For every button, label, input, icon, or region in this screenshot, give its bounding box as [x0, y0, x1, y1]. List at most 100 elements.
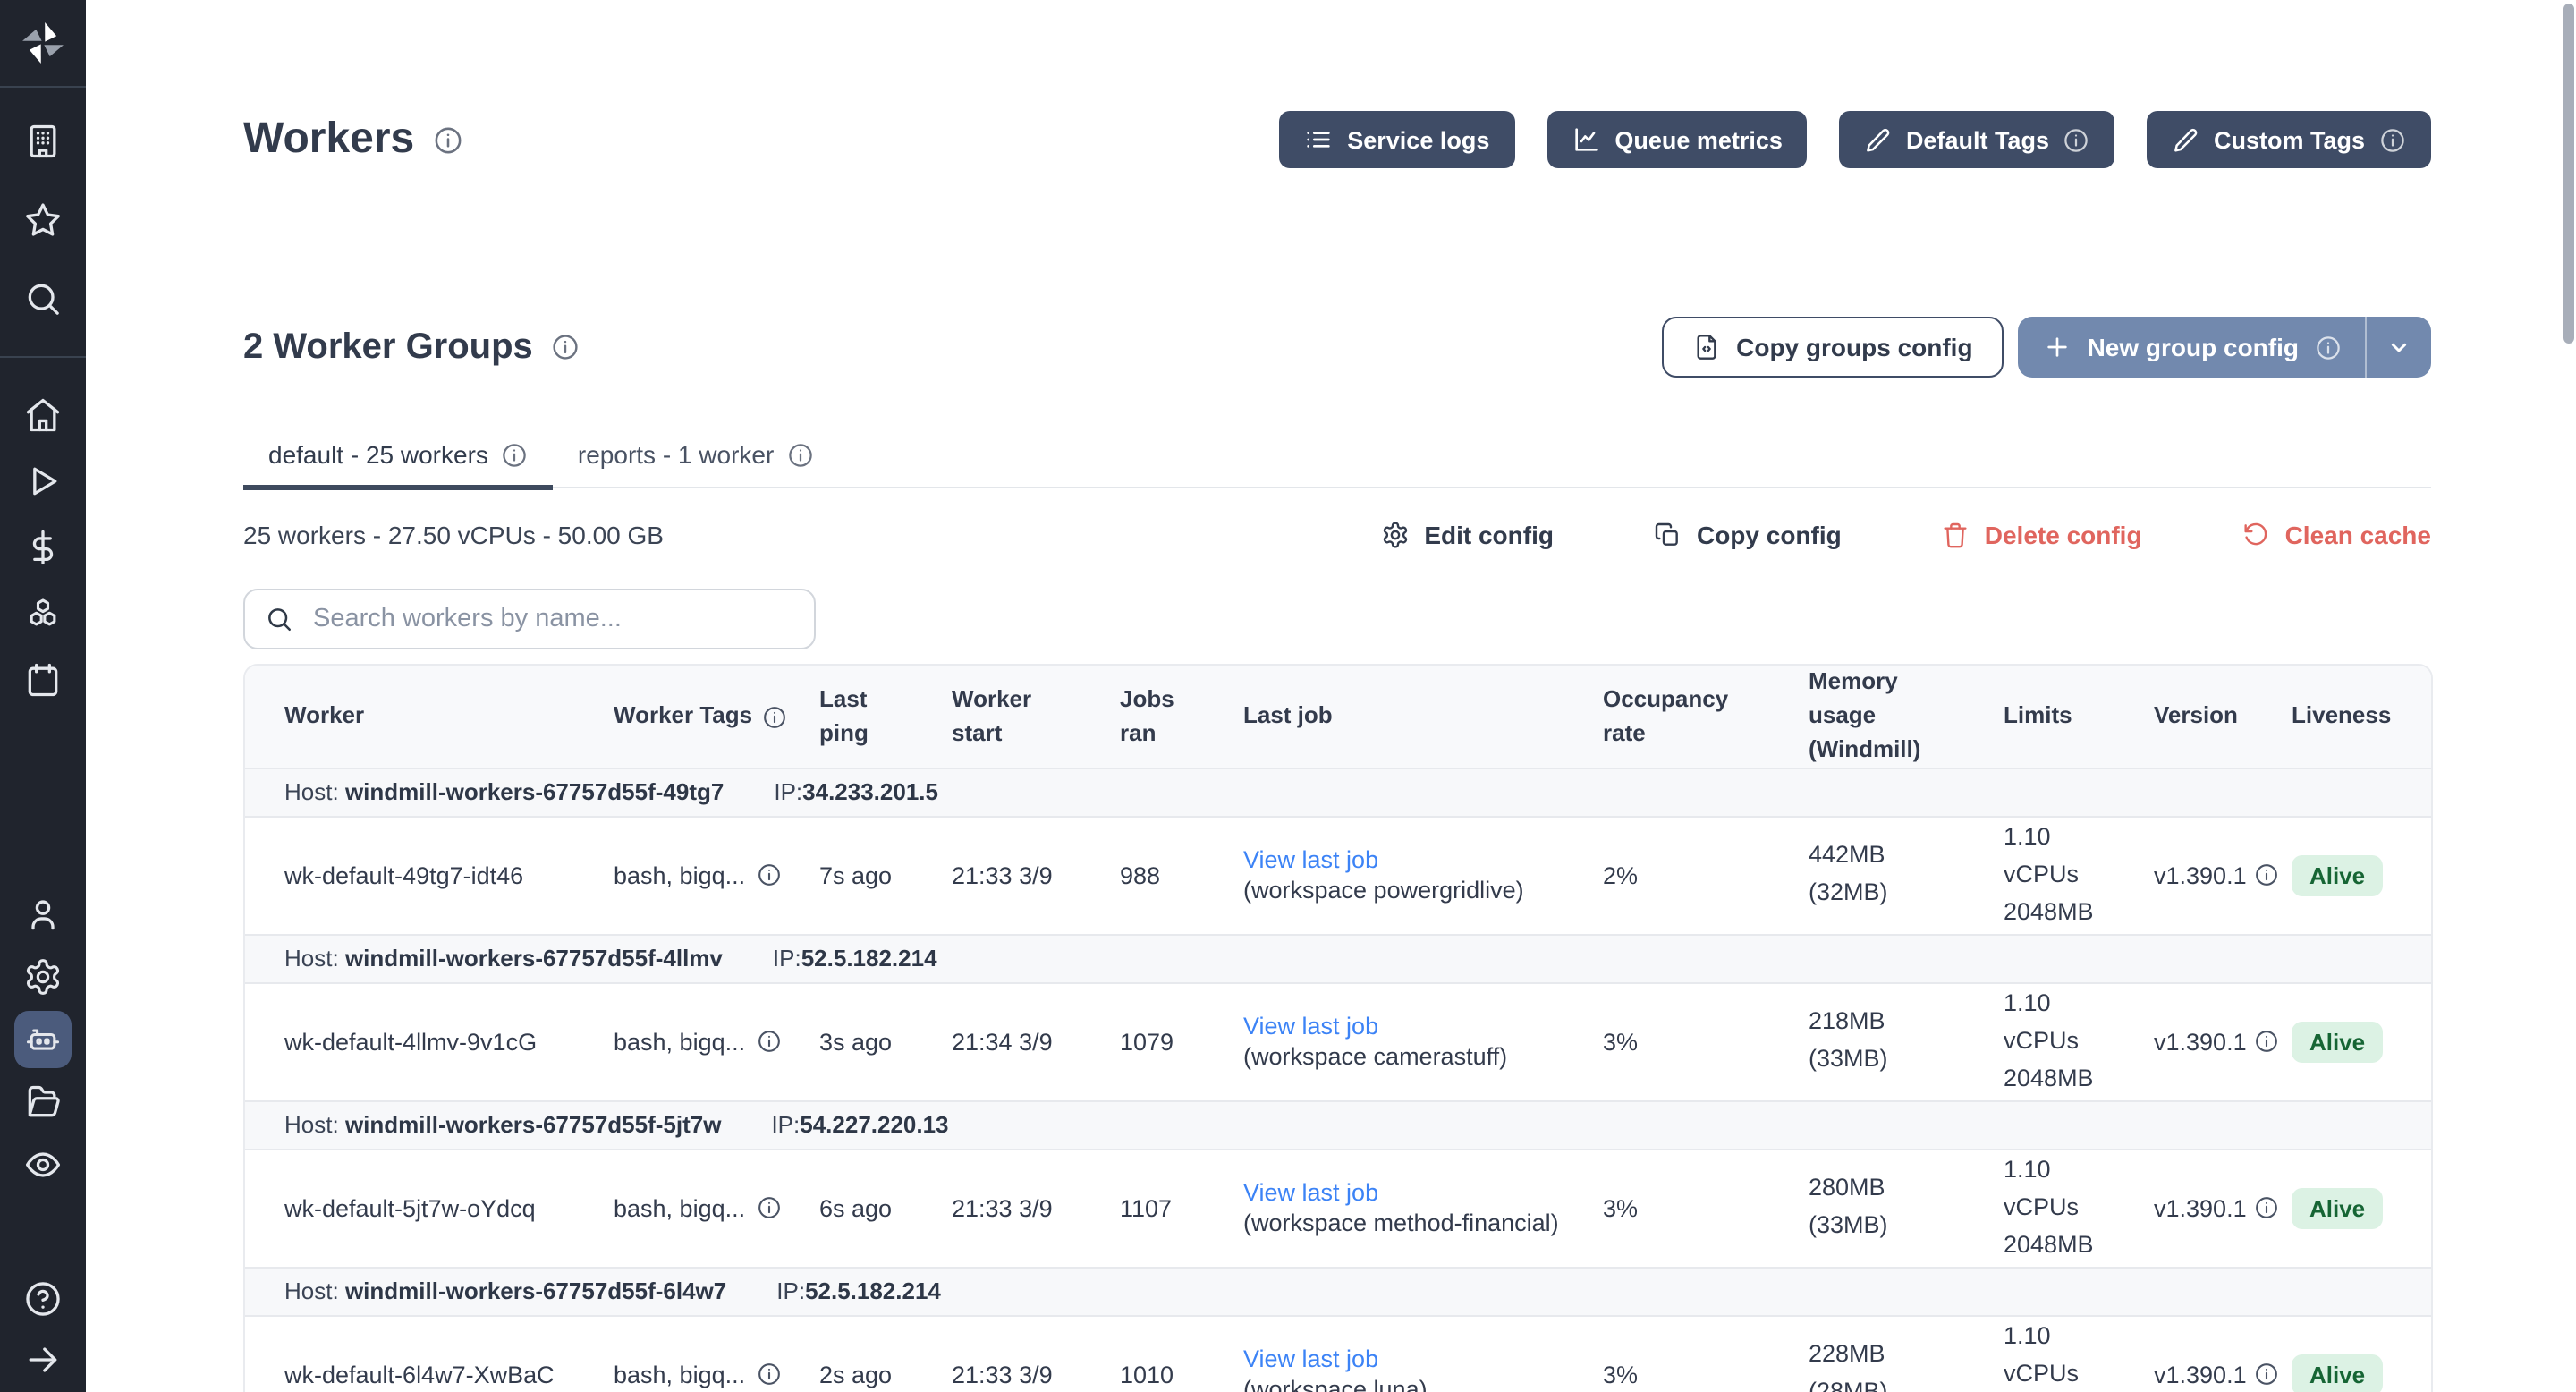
info-icon[interactable]: [786, 442, 813, 469]
info-icon[interactable]: [756, 863, 781, 888]
last-job: View last job (workspace method-financial…: [1222, 1150, 1581, 1268]
info-icon[interactable]: [2254, 1362, 2279, 1388]
worker-start: 21:33 3/9: [930, 1150, 1098, 1268]
column-header: Worker Tags: [592, 666, 798, 768]
info-icon[interactable]: [761, 705, 786, 730]
search-icon: [23, 279, 63, 318]
sidebar-item-home[interactable]: [14, 386, 72, 444]
default-tags-button[interactable]: Default Tags: [1840, 111, 2115, 168]
trash-icon: [1942, 522, 1970, 550]
list-icon: [1304, 125, 1333, 154]
info-icon[interactable]: [501, 442, 528, 469]
info-icon[interactable]: [2063, 126, 2090, 153]
folder-open-icon: [23, 1082, 63, 1122]
last-job: View last job (workspace camerastuff): [1222, 983, 1581, 1101]
sidebar-item-workspace[interactable]: [14, 113, 72, 170]
vertical-scrollbar[interactable]: [2563, 4, 2574, 344]
copy-config-button[interactable]: Copy config: [1654, 522, 1842, 550]
sidebar-item-users[interactable]: [14, 886, 72, 943]
worker-row: wk-default-49tg7-idt46bash, bigq...7s ag…: [245, 817, 2433, 935]
info-icon[interactable]: [756, 1362, 781, 1388]
liveness-badge: Alive: [2292, 1354, 2383, 1392]
jobs-ran: 1079: [1098, 983, 1222, 1101]
worker-start: 21:33 3/9: [930, 1316, 1098, 1392]
edit-config-button[interactable]: Edit config: [1381, 522, 1554, 550]
host-row: Host: windmill-workers-67757d55f-49tg7 IP…: [245, 768, 2433, 817]
last-job-workspace: (workspace method-financial): [1243, 1210, 1571, 1237]
sidebar-item-resources[interactable]: [14, 585, 72, 642]
host-ip: IP:34.233.201.5: [774, 779, 938, 806]
tab-default[interactable]: default - 25 workers: [243, 427, 553, 491]
info-icon[interactable]: [2254, 1196, 2279, 1221]
button-label: Queue metrics: [1614, 126, 1783, 153]
view-last-job-link[interactable]: View last job: [1243, 1180, 1378, 1207]
column-header: Worker: [245, 666, 592, 768]
sidebar-item-workers[interactable]: [14, 1011, 72, 1068]
sidebar-item-settings[interactable]: [14, 948, 72, 1006]
worker-row: wk-default-6l4w7-XwBaCbash, bigq...2s ag…: [245, 1316, 2433, 1392]
sidebar-collapse-toggle[interactable]: [14, 1331, 72, 1388]
column-header: Last job: [1222, 666, 1581, 768]
last-ping: 6s ago: [798, 1150, 930, 1268]
queue-metrics-button[interactable]: Queue metrics: [1546, 111, 1808, 168]
info-icon[interactable]: [2379, 126, 2406, 153]
memory-usage: 218MB(33MB): [1787, 983, 1982, 1101]
sidebar-item-runs[interactable]: [14, 453, 72, 510]
sidebar-item-variables[interactable]: [14, 519, 72, 576]
info-icon[interactable]: [432, 124, 462, 155]
worker-group-tabs: default - 25 workers reports - 1 worker: [243, 427, 2431, 489]
search-input[interactable]: [309, 604, 794, 636]
version: v1.390.1: [2132, 817, 2270, 935]
limits: 1.10 vCPUs2048MB: [1982, 1150, 2132, 1268]
sidebar-item-search[interactable]: [14, 270, 72, 327]
clean-cache-button[interactable]: Clean cache: [2242, 522, 2431, 550]
search-icon: [265, 606, 293, 634]
host-name: windmill-workers-67757d55f-6l4w7: [345, 1278, 726, 1305]
liveness-badge: Alive: [2292, 855, 2383, 896]
sidebar-item-folders[interactable]: [14, 1074, 72, 1131]
view-last-job-link[interactable]: View last job: [1243, 1346, 1378, 1373]
copy-groups-config-button[interactable]: Copy groups config: [1661, 318, 2003, 378]
column-header: Worker start: [930, 666, 1098, 768]
version: v1.390.1: [2132, 1316, 2270, 1392]
view-last-job-link[interactable]: View last job: [1243, 1014, 1378, 1040]
info-icon[interactable]: [756, 1196, 781, 1221]
worker-row: wk-default-4llmv-9v1cGbash, bigq...3s ag…: [245, 983, 2433, 1101]
config-actions: Edit config Copy config Delete config Cl…: [1381, 522, 2431, 550]
view-last-job-link[interactable]: View last job: [1243, 847, 1378, 874]
sidebar-item-favorites[interactable]: [14, 191, 72, 249]
column-header: Liveness: [2270, 666, 2433, 768]
star-icon: [23, 200, 63, 240]
service-logs-button[interactable]: Service logs: [1279, 111, 1514, 168]
custom-tags-button[interactable]: Custom Tags: [2148, 111, 2431, 168]
last-ping: 3s ago: [798, 983, 930, 1101]
info-icon[interactable]: [2254, 1030, 2279, 1055]
worker-start: 21:33 3/9: [930, 817, 1098, 935]
info-icon[interactable]: [2254, 863, 2279, 888]
line-chart-icon: [1572, 125, 1600, 154]
delete-config-button[interactable]: Delete config: [1942, 522, 2142, 550]
host-label: Host: windmill-workers-67757d55f-49tg7: [284, 779, 724, 806]
worker-row: wk-default-5jt7w-oYdcqbash, bigq...6s ag…: [245, 1150, 2433, 1268]
new-group-config-dropdown[interactable]: [2367, 318, 2431, 378]
new-group-config-button[interactable]: New group config: [2018, 318, 2431, 378]
info-icon[interactable]: [551, 334, 580, 362]
user-icon: [23, 895, 63, 934]
worker-tags: bash, bigq...: [592, 1316, 798, 1392]
worker-search[interactable]: [243, 590, 816, 650]
liveness: Alive: [2270, 817, 2433, 935]
dollar-icon: [23, 528, 63, 567]
last-job: View last job (workspace powergridlive): [1222, 817, 1581, 935]
last-job-workspace: (workspace powergridlive): [1243, 878, 1571, 904]
sidebar-item-schedules[interactable]: [14, 651, 72, 709]
last-job-workspace: (workspace camerastuff): [1243, 1044, 1571, 1071]
windmill-logo-icon[interactable]: [0, 0, 86, 86]
tab-reports[interactable]: reports - 1 worker: [553, 427, 838, 491]
worker-name: wk-default-4llmv-9v1cG: [245, 983, 592, 1101]
sidebar-item-help[interactable]: [14, 1270, 72, 1328]
workers-page: Workers Service logs Queue metrics Defau…: [0, 0, 2576, 1392]
rotate-icon: [2242, 522, 2271, 550]
info-icon[interactable]: [756, 1030, 781, 1055]
sidebar-item-audit-logs[interactable]: [14, 1136, 72, 1193]
info-icon[interactable]: [2315, 335, 2342, 361]
